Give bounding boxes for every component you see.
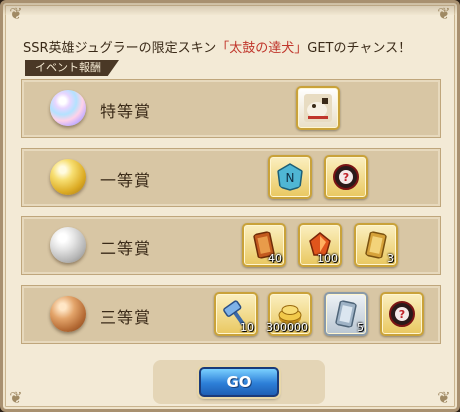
item-quantity: 5	[357, 321, 364, 334]
reward-item[interactable]: ?	[324, 155, 368, 199]
corner-ornament-icon: ❦	[437, 4, 451, 23]
headline-suffix: GETのチャンス！	[307, 41, 412, 56]
svg-text:?: ?	[399, 308, 405, 321]
svg-text:?: ?	[343, 171, 349, 184]
reward-item[interactable]: 5	[324, 292, 368, 336]
item-quantity: 300000	[266, 321, 308, 334]
reward-dialog: ❦ ❦ ❦ ❦ SSR英雄ジュグラーの限定スキン「太鼓の達犬」GETのチャンス！…	[0, 0, 460, 412]
rainbow-orb-icon	[50, 90, 86, 126]
tier-row-second: 二等賞 40 100 3	[21, 216, 441, 275]
item-quantity: 100	[317, 252, 338, 265]
headline-highlight: 「太鼓の達犬」	[216, 41, 308, 56]
gold-card-icon	[365, 231, 387, 259]
headline-prefix: SSR英雄ジュグラーの限定スキン	[23, 41, 217, 56]
item-quantity: 3	[387, 252, 394, 265]
bronze-orb-icon	[50, 296, 86, 332]
reward-item[interactable]: ?	[380, 292, 424, 336]
gold-orb-icon	[50, 159, 86, 195]
reward-item[interactable]: 40	[242, 223, 286, 267]
tier-row-first: 一等賞 N ?	[21, 148, 441, 207]
go-button[interactable]: GO	[199, 367, 279, 397]
reward-item[interactable]: 3	[354, 223, 398, 267]
mystery-hero-icon: ?	[389, 301, 415, 327]
tier-row-special: 特等賞	[21, 79, 441, 138]
section-tag: イベント報酬	[25, 60, 119, 76]
headline: SSR英雄ジュグラーの限定スキン「太鼓の達犬」GETのチャンス！	[23, 37, 411, 56]
item-quantity: 40	[268, 252, 282, 265]
tier-rank: 一等賞	[100, 171, 152, 190]
silver-card-icon	[335, 300, 357, 328]
reward-item[interactable]: 10	[214, 292, 258, 336]
corner-ornament-icon: ❦	[9, 4, 23, 23]
corner-ornament-icon: ❦	[437, 388, 451, 407]
tier-rank: 三等賞	[100, 308, 152, 327]
dog-skin-portrait-icon	[304, 94, 332, 122]
reward-item[interactable]: 100	[298, 223, 342, 267]
top-strip	[3, 3, 457, 15]
mystery-hero-icon: ?	[333, 164, 359, 190]
tier-rank: 二等賞	[100, 239, 152, 258]
item-quantity: 10	[240, 321, 254, 334]
reward-item[interactable]	[296, 86, 340, 130]
corner-ornament-icon: ❦	[9, 388, 23, 407]
reward-item[interactable]: 300000	[266, 292, 312, 336]
tier-row-third: 三等賞 10 300000 5 ?	[21, 285, 441, 344]
tier-rank: 特等賞	[100, 102, 152, 121]
silver-orb-icon	[50, 227, 86, 263]
svg-text:N: N	[286, 171, 295, 185]
reward-item[interactable]: N	[268, 155, 312, 199]
rune-stone-icon: N	[277, 163, 303, 191]
